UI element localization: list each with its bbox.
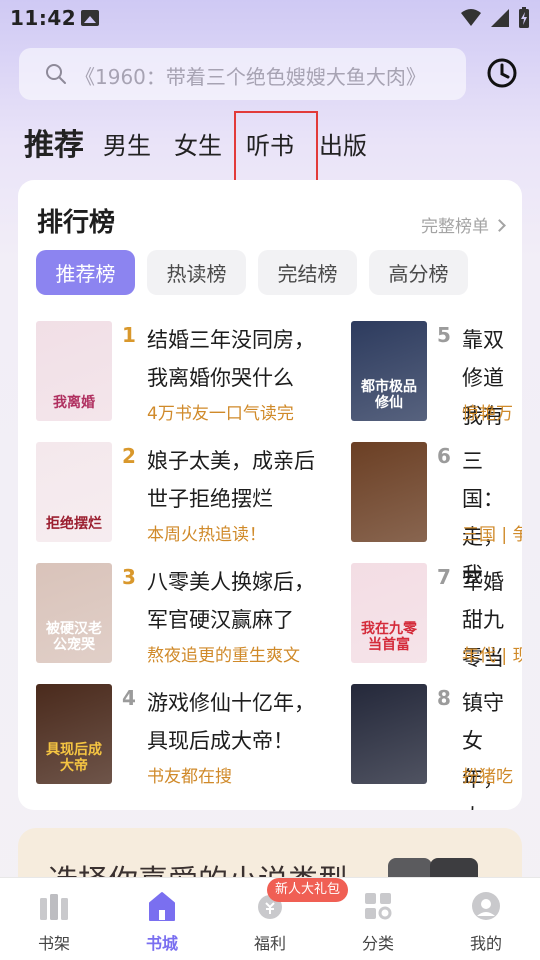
nav-label: 我的	[469, 934, 502, 953]
book-tag: 年代 | 现	[462, 646, 522, 666]
rank-number: 4	[122, 686, 136, 710]
ranking-card: 排行榜 完整榜单 推荐榜 热读榜 完结榜 高分榜 我离婚 1 结婚三年没同房，我…	[18, 180, 522, 810]
book-tag: 书友都在搜	[147, 767, 232, 787]
bookshelf-icon	[40, 894, 68, 920]
book-title: 镇守女年，大	[462, 691, 504, 810]
chevron-right-icon	[493, 219, 506, 232]
full-ranking-link[interactable]: 完整榜单	[421, 212, 506, 237]
rank-number: 3	[122, 565, 136, 589]
book-tag: 扮猪吃	[462, 767, 513, 787]
wifi-icon	[461, 9, 481, 26]
ranking-title: 排行榜	[37, 208, 116, 238]
book-cover: 具现后成大帝	[36, 684, 112, 784]
profile-icon	[472, 892, 500, 920]
book-cover	[351, 442, 427, 542]
battery-charging-icon	[519, 7, 529, 28]
tab-female[interactable]: 女生	[174, 126, 222, 161]
bookstore-home-icon	[149, 892, 175, 921]
status-time: 11:42	[10, 6, 77, 30]
book-title: 娘子太美，成亲后世子拒绝摆烂	[147, 449, 315, 511]
book-item[interactable]: 8 镇守女年，大 扮猪吃	[351, 684, 522, 810]
rank-number: 1	[122, 323, 136, 347]
ranking-tab-recommend[interactable]: 推荐榜	[36, 250, 135, 295]
cover-title: 具现后成大帝	[46, 742, 102, 774]
nav-label: 书架	[37, 934, 70, 953]
book-item[interactable]: 我离婚 1 结婚三年没同房，我离婚你哭什么 4万书友一口气读完	[36, 321, 336, 424]
book-item[interactable]: 被硬汉老公宠哭 3 八零美人换嫁后，军官硬汉赢麻了 熬夜追更的重生爽文	[36, 563, 336, 666]
search-icon	[46, 64, 66, 84]
book-cover: 被硬汉老公宠哭	[36, 563, 112, 663]
book-item[interactable]: 拒绝摆烂 2 娘子太美，成亲后世子拒绝摆烂 本周火热追读！	[36, 442, 336, 545]
book-cover: 我在九零当首富	[351, 563, 427, 663]
status-bar: 11:42	[0, 0, 540, 36]
cover-title: 我在九零当首富	[361, 621, 417, 653]
rank-number: 7	[437, 565, 451, 589]
book-cover: 我离婚	[36, 321, 112, 421]
nav-label: 书城	[145, 934, 178, 953]
book-item[interactable]: 6 三国：走，我 三国 | 争	[351, 442, 522, 587]
book-cover	[351, 684, 427, 784]
cover-title: 拒绝摆烂	[46, 516, 102, 532]
book-tag: 熬夜追更的重生爽文	[147, 646, 300, 666]
history-clock-icon[interactable]	[486, 57, 518, 89]
nav-label: 分类	[361, 934, 394, 953]
highlight-box	[234, 111, 318, 182]
ranking-tab-hot[interactable]: 热读榜	[147, 250, 246, 295]
book-tag: 4万书友一口气读完	[147, 404, 294, 424]
full-ranking-label: 完整榜单	[421, 217, 489, 237]
book-item[interactable]: 我在九零当首富 7 军婚甜九零当 年代 | 现	[351, 563, 522, 670]
signal-icon	[491, 9, 509, 27]
book-tag: 本周火热追读！	[147, 525, 266, 545]
nav-bookshelf[interactable]: 书架	[0, 878, 108, 960]
book-title: 游戏修仙十亿年，具现后成大帝！	[147, 691, 315, 753]
book-tag: 三国 | 争	[462, 525, 522, 545]
tab-publish[interactable]: 出版	[319, 126, 367, 161]
book-title: 八零美人换嫁后，军官硬汉赢麻了	[147, 570, 315, 632]
search-input[interactable]: 《1960：带着三个绝色嫂嫂大鱼大肉》	[19, 48, 466, 100]
status-icons	[460, 7, 530, 29]
rank-number: 6	[437, 444, 451, 468]
ranking-tabs: 推荐榜 热读榜 完结榜 高分榜	[36, 250, 468, 295]
ranking-tab-complete[interactable]: 完结榜	[258, 250, 357, 295]
nav-bookstore[interactable]: 书城	[108, 878, 216, 960]
new-user-gift-badge[interactable]: 新人大礼包	[267, 878, 349, 902]
nav-profile[interactable]: 我的	[432, 878, 540, 960]
book-title: 结婚三年没同房，我离婚你哭什么	[147, 328, 315, 390]
cover-title: 都市极品修仙	[361, 379, 417, 411]
search-placeholder: 《1960：带着三个绝色嫂嫂大鱼大肉》	[75, 65, 426, 89]
book-tag: 惊艳万	[462, 404, 513, 424]
book-item[interactable]: 都市极品修仙 5 靠双修道我有 惊艳万	[351, 321, 522, 428]
book-item[interactable]: 具现后成大帝 4 游戏修仙十亿年，具现后成大帝！ 书友都在搜	[36, 684, 336, 787]
cover-title: 被硬汉老公宠哭	[46, 621, 102, 653]
tab-male[interactable]: 男生	[103, 126, 151, 161]
nav-label: 福利	[253, 934, 286, 953]
book-cover: 都市极品修仙	[351, 321, 427, 421]
rank-number: 8	[437, 686, 451, 710]
cover-title: 我离婚	[53, 395, 95, 411]
category-grid-icon	[365, 893, 392, 920]
rank-number: 5	[437, 323, 451, 347]
ranking-tab-score[interactable]: 高分榜	[369, 250, 468, 295]
tab-recommend[interactable]: 推荐	[24, 120, 84, 164]
book-cover: 拒绝摆烂	[36, 442, 112, 542]
gallery-notification-icon	[81, 10, 99, 26]
rank-number: 2	[122, 444, 136, 468]
